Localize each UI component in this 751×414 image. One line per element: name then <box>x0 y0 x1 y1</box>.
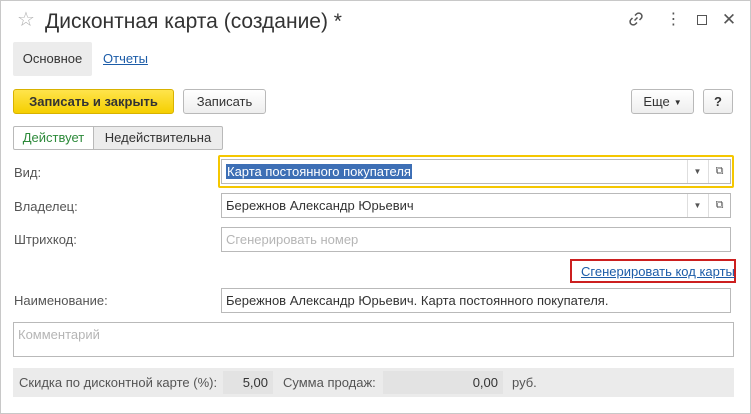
discount-label: Скидка по дисконтной карте (%): <box>19 375 218 390</box>
status-active-toggle[interactable]: Действует <box>13 126 94 150</box>
form-window: ☆ Дисконтная карта (создание) * ⋮ ✕ Осно… <box>0 0 751 414</box>
chevron-down-icon[interactable]: ▼ <box>687 160 707 183</box>
open-icon[interactable]: ⧉ <box>708 160 730 183</box>
vid-value: Карта постоянного покупателя <box>226 164 412 179</box>
discount-value: 5,00 <box>223 371 273 394</box>
generate-card-code-link[interactable]: Сгенерировать код карты <box>581 264 735 279</box>
title-bar: ☆ Дисконтная карта (создание) * ⋮ ✕ <box>1 1 750 39</box>
star-icon[interactable]: ☆ <box>17 10 35 30</box>
more-button[interactable]: Еще ▼ <box>631 89 694 114</box>
barcode-input[interactable]: Сгенерировать номер <box>221 227 731 252</box>
currency-label: руб. <box>512 375 537 390</box>
name-value: Бережнов Александр Юрьевич. Карта постоя… <box>226 293 609 308</box>
sales-value: 0,00 <box>383 371 503 394</box>
footer-panel: Скидка по дисконтной карте (%): 5,00 Сум… <box>13 368 734 397</box>
comment-textarea[interactable]: Комментарий <box>13 322 734 357</box>
sales-label: Сумма продаж: <box>283 375 376 390</box>
chevron-down-icon: ▼ <box>673 98 682 107</box>
window-title: Дисконтная карта (создание) * <box>45 10 342 33</box>
name-label: Наименование: <box>14 293 108 308</box>
generate-code-highlight: Сгенерировать код карты <box>570 259 736 283</box>
close-icon[interactable]: ✕ <box>720 11 738 29</box>
link-icon[interactable] <box>627 11 645 29</box>
more-button-label: Еще <box>643 94 670 109</box>
help-button[interactable]: ? <box>703 89 733 114</box>
vid-field[interactable]: Карта постоянного покупателя ▼ ⧉ <box>221 159 731 184</box>
maximize-icon[interactable] <box>693 11 711 29</box>
chevron-down-icon[interactable]: ▼ <box>687 194 707 217</box>
owner-field[interactable]: Бережнов Александр Юрьевич ▼ ⧉ <box>221 193 731 218</box>
more-icon[interactable]: ⋮ <box>664 11 682 29</box>
barcode-placeholder: Сгенерировать номер <box>226 232 359 247</box>
name-input[interactable]: Бережнов Александр Юрьевич. Карта постоя… <box>221 288 731 313</box>
owner-label: Владелец: <box>14 199 78 214</box>
owner-value: Бережнов Александр Юрьевич <box>226 198 414 213</box>
save-button[interactable]: Записать <box>183 89 266 114</box>
open-icon[interactable]: ⧉ <box>708 194 730 217</box>
tab-reports[interactable]: Отчеты <box>103 51 148 66</box>
status-inactive-toggle[interactable]: Недействительна <box>93 126 223 150</box>
comment-placeholder: Комментарий <box>18 327 100 342</box>
barcode-label: Штрихкод: <box>14 232 77 247</box>
vid-label: Вид: <box>14 165 42 180</box>
save-and-close-button[interactable]: Записать и закрыть <box>13 89 174 114</box>
tab-main[interactable]: Основное <box>13 42 92 76</box>
